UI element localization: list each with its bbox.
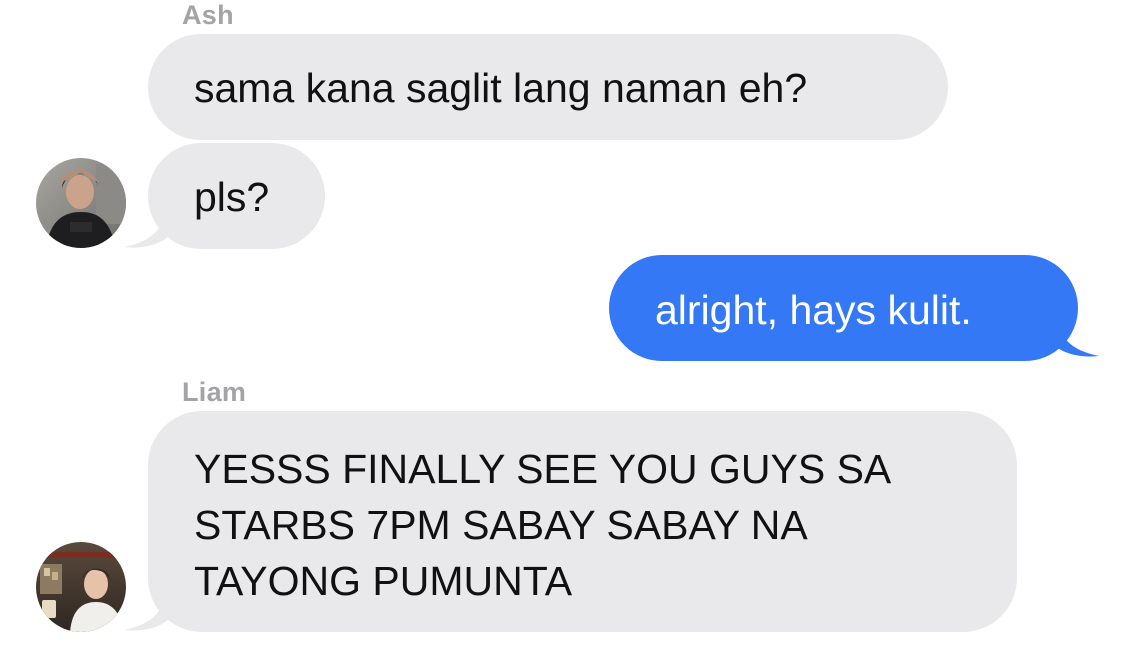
bubble-tail-outgoing [1053, 318, 1099, 357]
message-text: pls? [194, 174, 270, 220]
bubble-tail-incoming [124, 592, 170, 631]
message-text: alright, hays kulit. [655, 287, 972, 333]
message-text-line: YESSS FINALLY SEE YOU GUYS SA [194, 446, 892, 492]
ash-avatar[interactable] [36, 158, 126, 248]
message-text: sama kana saglit lang naman eh? [194, 65, 808, 111]
message-text-line: TAYONG PUMUNTA [194, 558, 573, 604]
sender-name-ash: Ash [182, 0, 234, 30]
bubble-tail-incoming [124, 209, 170, 248]
message-bubble-incoming[interactable]: sama kana saglit lang naman eh? [148, 34, 948, 140]
liam-avatar[interactable] [36, 542, 126, 632]
message-text-line: STARBS 7PM SABAY SABAY NA [194, 502, 808, 548]
sender-name-liam: Liam [182, 377, 247, 407]
message-bubble-outgoing[interactable]: alright, hays kulit. [609, 255, 1078, 361]
message-bubble-incoming[interactable]: YESSS FINALLY SEE YOU GUYS SA STARBS 7PM… [148, 411, 1017, 632]
message-bubble-incoming[interactable]: pls? [148, 143, 325, 249]
